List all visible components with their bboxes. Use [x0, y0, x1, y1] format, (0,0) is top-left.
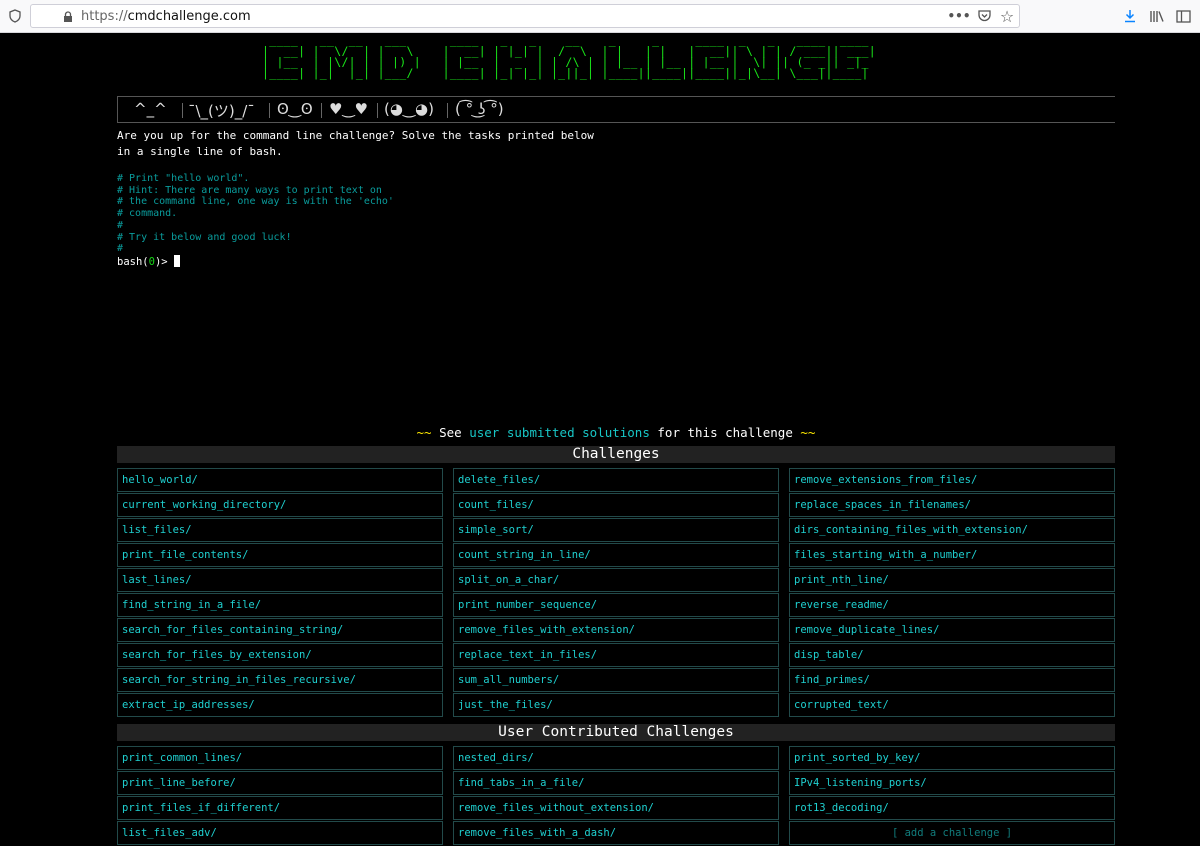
- url-bar[interactable]: https://cmdchallenge.com ••• ☆: [30, 4, 1020, 28]
- add-challenge-button[interactable]: [ add a challenge ]: [789, 821, 1115, 845]
- challenge-link[interactable]: extract_ip_addresses/: [117, 693, 443, 717]
- challenge-link[interactable]: replace_spaces_in_filenames/: [789, 493, 1115, 517]
- challenge-link[interactable]: list_files/: [117, 518, 443, 542]
- challenge-link[interactable]: remove_duplicate_lines/: [789, 618, 1115, 642]
- challenge-link[interactable]: search_for_files_by_extension/: [117, 643, 443, 667]
- challenge-link[interactable]: print_nth_line/: [789, 568, 1115, 592]
- library-icon[interactable]: [1147, 5, 1167, 27]
- challenges-heading: Challenges: [117, 446, 1115, 463]
- emote-item[interactable]: ♥‿♥: [329, 100, 368, 118]
- challenge-link[interactable]: IPv4_listening_ports/: [789, 771, 1115, 795]
- see-text: See: [439, 425, 462, 440]
- shield-icon[interactable]: [6, 5, 24, 27]
- challenges-grid: hello_world/delete_files/remove_extensio…: [117, 468, 1115, 718]
- emote-divider: [269, 103, 270, 118]
- terminal-cursor[interactable]: [173, 255, 180, 267]
- terminal-prompt[interactable]: bash(0)>: [117, 255, 180, 268]
- challenge-link[interactable]: split_on_a_char/: [453, 568, 779, 592]
- challenge-link[interactable]: nested_dirs/: [453, 746, 779, 770]
- intro-text: Are you up for the command line challeng…: [117, 129, 594, 158]
- challenge-link[interactable]: reverse_readme/: [789, 593, 1115, 617]
- user-challenges-grid: print_common_lines/nested_dirs/print_sor…: [117, 746, 1115, 846]
- more-icon[interactable]: •••: [948, 5, 971, 27]
- challenge-link[interactable]: find_tabs_in_a_file/: [453, 771, 779, 795]
- challenge-link[interactable]: remove_files_without_extension/: [453, 796, 779, 820]
- task-comment: # Print "hello world". # Hint: There are…: [117, 173, 394, 255]
- challenge-link[interactable]: print_number_sequence/: [453, 593, 779, 617]
- url-scheme: https://: [81, 9, 128, 24]
- challenge-link[interactable]: print_sorted_by_key/: [789, 746, 1115, 770]
- challenge-link[interactable]: simple_sort/: [453, 518, 779, 542]
- emote-bar: ^_^ ¯\_(ツ)_/¯ ʘ‿ʘ ♥‿♥ (◕‿◕) ( ͡° ͜ʖ ͡°): [117, 96, 1115, 123]
- challenge-link[interactable]: print_line_before/: [117, 771, 443, 795]
- challenge-link[interactable]: files_starting_with_a_number/: [789, 543, 1115, 567]
- challenge-link[interactable]: disp_table/: [789, 643, 1115, 667]
- challenge-link[interactable]: dirs_containing_files_with_extension/: [789, 518, 1115, 542]
- star-icon[interactable]: ☆: [997, 5, 1017, 27]
- challenge-link[interactable]: print_file_contents/: [117, 543, 443, 567]
- emote-divider: [321, 103, 322, 118]
- pocket-icon[interactable]: [974, 5, 994, 27]
- sidebar-icon[interactable]: [1173, 5, 1193, 27]
- lock-icon[interactable]: [61, 6, 75, 28]
- challenge-link[interactable]: print_common_lines/: [117, 746, 443, 770]
- user-solutions-link[interactable]: user submitted solutions: [469, 425, 650, 440]
- challenge-link[interactable]: last_lines/: [117, 568, 443, 592]
- page-content: ____ __ __ ___ ____ _ _ __ _ _ ____ _ _ …: [0, 33, 1200, 846]
- url-host: cmdchallenge.com: [127, 9, 251, 24]
- emote-item[interactable]: ¯\_(ツ)_/¯: [188, 100, 255, 121]
- tilde-decoration: ~~: [416, 425, 432, 440]
- challenge-link[interactable]: count_files/: [453, 493, 779, 517]
- challenge-link[interactable]: rot13_decoding/: [789, 796, 1115, 820]
- emote-divider: [377, 103, 378, 118]
- challenge-link[interactable]: remove_files_with_a_dash/: [453, 821, 779, 845]
- challenge-link[interactable]: search_for_string_in_files_recursive/: [117, 668, 443, 692]
- challenge-link[interactable]: sum_all_numbers/: [453, 668, 779, 692]
- challenge-link[interactable]: print_files_if_different/: [117, 796, 443, 820]
- emote-item[interactable]: ʘ‿ʘ: [277, 100, 313, 118]
- cmd-challenge-banner-art: ____ __ __ ___ ____ _ _ __ _ _ ____ _ _ …: [262, 33, 877, 80]
- challenge-link[interactable]: delete_files/: [453, 468, 779, 492]
- emote-item[interactable]: ^_^: [134, 100, 167, 118]
- challenge-link[interactable]: find_primes/: [789, 668, 1115, 692]
- emote-divider: [447, 103, 448, 118]
- tilde-decoration: ~~: [800, 425, 816, 440]
- challenge-link[interactable]: remove_extensions_from_files/: [789, 468, 1115, 492]
- emote-item[interactable]: (◕‿◕): [384, 100, 434, 118]
- browser-toolbar: https://cmdchallenge.com ••• ☆: [0, 0, 1200, 33]
- prompt-prefix: bash(: [117, 256, 149, 268]
- challenge-link[interactable]: count_string_in_line/: [453, 543, 779, 567]
- solutions-line: ~~ See user submitted solutions for this…: [0, 425, 1200, 440]
- download-icon[interactable]: [1121, 5, 1139, 27]
- challenge-link[interactable]: replace_text_in_files/: [453, 643, 779, 667]
- challenge-link[interactable]: hello_world/: [117, 468, 443, 492]
- challenge-link[interactable]: current_working_directory/: [117, 493, 443, 517]
- challenge-text: for this challenge: [657, 425, 793, 440]
- challenge-link[interactable]: search_for_files_containing_string/: [117, 618, 443, 642]
- challenge-link[interactable]: just_the_files/: [453, 693, 779, 717]
- challenge-link[interactable]: list_files_adv/: [117, 821, 443, 845]
- challenge-link[interactable]: remove_files_with_extension/: [453, 618, 779, 642]
- prompt-suffix: )>: [154, 256, 174, 268]
- challenge-link[interactable]: find_string_in_a_file/: [117, 593, 443, 617]
- emote-item[interactable]: ( ͡° ͜ʖ ͡°): [455, 100, 504, 118]
- challenge-link[interactable]: corrupted_text/: [789, 693, 1115, 717]
- emote-divider: [182, 103, 183, 118]
- url-text[interactable]: https://cmdchallenge.com: [81, 9, 251, 24]
- user-challenges-heading: User Contributed Challenges: [117, 724, 1115, 741]
